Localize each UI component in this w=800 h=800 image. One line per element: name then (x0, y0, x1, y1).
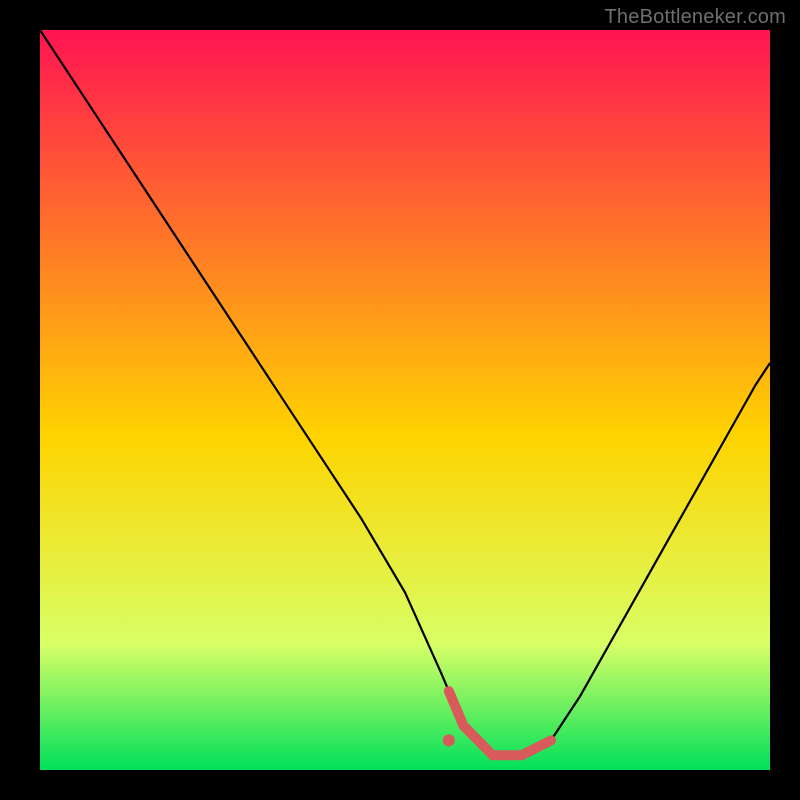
bottleneck-chart (40, 30, 770, 770)
gradient-background (40, 30, 770, 770)
chart-frame: TheBottleneker.com (0, 0, 800, 800)
fit-marker (443, 734, 455, 746)
watermark: TheBottleneker.com (605, 6, 786, 29)
